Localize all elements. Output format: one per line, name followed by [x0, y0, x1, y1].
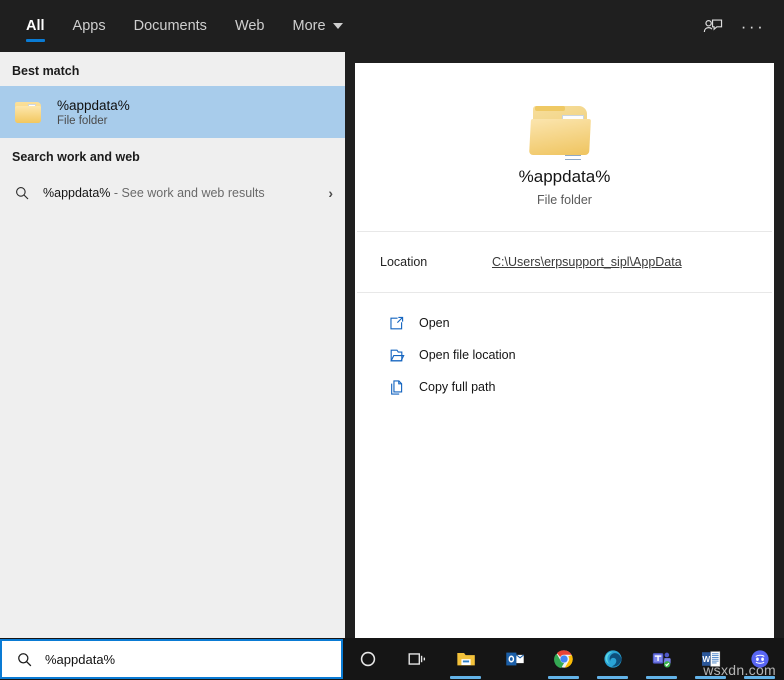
cortana-icon	[357, 648, 379, 670]
action-open-file-location[interactable]: Open file location	[355, 339, 774, 371]
location-path-link[interactable]: C:\Users\erpsupport_sipl\AppData	[492, 255, 682, 269]
running-indicator	[646, 676, 677, 679]
running-indicator	[450, 676, 481, 679]
result-item-name: %appdata%	[57, 98, 130, 113]
preview-title: %appdata%	[519, 167, 611, 187]
svg-text:W: W	[702, 655, 710, 664]
file-explorer-icon	[455, 648, 477, 670]
web-result-item[interactable]: %appdata% - See work and web results ›	[0, 172, 345, 214]
overflow-dots: ···	[741, 18, 765, 35]
result-item-texts: %appdata% File folder	[57, 98, 130, 127]
tabbar-right-controls: ···	[696, 0, 784, 52]
best-match-header: Best match	[0, 52, 345, 86]
taskbar-chrome-button[interactable]	[539, 638, 588, 680]
web-result-text: %appdata% - See work and web results	[43, 186, 315, 200]
discord-icon	[749, 648, 771, 670]
copy-icon	[388, 379, 405, 396]
results-panel: Best match %appdata% File folder Search …	[0, 52, 345, 638]
word-icon: W	[700, 648, 722, 670]
overflow-menu-icon[interactable]: ···	[736, 9, 770, 43]
running-indicator	[695, 676, 726, 679]
taskbar-discord-button[interactable]	[735, 638, 784, 680]
open-folder-icon	[529, 101, 601, 161]
running-indicator	[548, 676, 579, 679]
tab-list: All Apps Documents Web More	[0, 0, 357, 52]
location-label: Location	[380, 255, 492, 269]
folder-open-location-icon	[388, 347, 405, 364]
search-icon	[16, 651, 33, 668]
taskbar-search-box[interactable]: %appdata%	[0, 639, 343, 679]
preview-header: %appdata% File folder	[355, 63, 774, 231]
tab-documents[interactable]: Documents	[120, 0, 221, 52]
result-item-subtitle: File folder	[57, 115, 130, 127]
feedback-icon[interactable]	[696, 9, 730, 43]
preview-subtitle: File folder	[537, 193, 592, 207]
taskbar: %appdata%	[0, 638, 784, 680]
web-result-suffix: - See work and web results	[110, 186, 264, 200]
tab-web-label: Web	[235, 19, 265, 34]
open-external-icon	[388, 315, 405, 332]
taskbar-outlook-button[interactable]	[490, 638, 539, 680]
taskbar-edge-button[interactable]	[588, 638, 637, 680]
action-list: Open Open file location Copy full path	[355, 293, 774, 403]
outlook-icon	[504, 648, 526, 670]
tab-documents-label: Documents	[134, 19, 207, 34]
taskbar-teams-button[interactable]	[637, 638, 686, 680]
location-row: Location C:\Users\erpsupport_sipl\AppDat…	[355, 232, 774, 292]
tab-all[interactable]: All	[12, 0, 59, 52]
search-icon	[14, 185, 30, 201]
action-copy-full-path-label: Copy full path	[419, 380, 495, 394]
task-view-icon	[406, 648, 428, 670]
tab-active-underline	[26, 39, 45, 42]
teams-icon	[651, 648, 673, 670]
running-indicator	[597, 676, 628, 679]
tab-more[interactable]: More	[279, 0, 357, 52]
result-item-appdata[interactable]: %appdata% File folder	[0, 86, 345, 138]
action-open-file-location-label: Open file location	[419, 348, 516, 362]
tab-apps[interactable]: Apps	[59, 0, 120, 52]
chevron-down-icon	[333, 23, 343, 29]
search-work-web-header: Search work and web	[0, 138, 345, 172]
taskbar-word-button[interactable]: W	[686, 638, 735, 680]
taskbar-file-explorer-button[interactable]	[441, 638, 490, 680]
folder-icon	[15, 100, 43, 124]
tab-more-label: More	[293, 19, 326, 34]
taskbar-icons: W	[343, 638, 784, 680]
web-result-query: %appdata%	[43, 186, 110, 200]
tab-all-label: All	[26, 19, 45, 34]
edge-icon	[602, 648, 624, 670]
action-copy-full-path[interactable]: Copy full path	[355, 371, 774, 403]
action-open-label: Open	[419, 316, 450, 330]
preview-panel: %appdata% File folder Location C:\Users\…	[355, 63, 774, 638]
action-open[interactable]: Open	[355, 307, 774, 339]
tab-apps-label: Apps	[73, 19, 106, 34]
tab-web[interactable]: Web	[221, 0, 279, 52]
chrome-icon	[553, 648, 575, 670]
search-input[interactable]: %appdata%	[45, 652, 115, 667]
taskbar-task-view-button[interactable]	[392, 638, 441, 680]
search-tabbar: All Apps Documents Web More	[0, 0, 784, 52]
windows-search-screen: All Apps Documents Web More	[0, 0, 784, 680]
chevron-right-icon[interactable]: ›	[328, 185, 333, 201]
taskbar-cortana-button[interactable]	[343, 638, 392, 680]
running-indicator	[744, 676, 775, 679]
